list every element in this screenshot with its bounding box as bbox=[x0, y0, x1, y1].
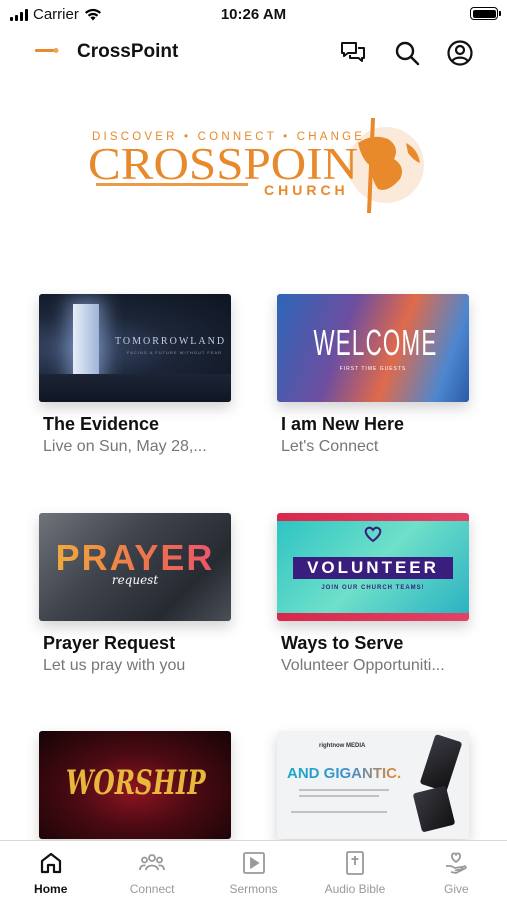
card-prayer-request[interactable]: PRAYER request Prayer Request Let us pra… bbox=[39, 513, 233, 675]
card-subtitle: Let us pray with you bbox=[43, 657, 186, 674]
give-icon bbox=[446, 852, 467, 874]
card-thumbnail[interactable]: WORSHIP bbox=[39, 731, 231, 839]
card-title: Ways to Serve bbox=[281, 633, 404, 653]
people-icon bbox=[139, 854, 166, 871]
bible-icon bbox=[346, 851, 364, 875]
app-logo-icon bbox=[35, 48, 59, 53]
tab-label: Sermons bbox=[229, 882, 278, 896]
church-logo: DISCOVER • CONNECT • CHANGE CROSSPOIN CH… bbox=[88, 118, 424, 213]
search-icon[interactable] bbox=[393, 39, 421, 67]
thumb-subtitle: JOIN OUR CHURCH TEAMS! bbox=[321, 585, 425, 591]
tab-label: Home bbox=[34, 882, 68, 896]
card-thumbnail[interactable]: rightnow MEDIA AND GIGANTIC. bbox=[277, 731, 469, 839]
card-thumbnail[interactable]: TOMORROWLAND FACING A FUTURE WITHOUT FEA… bbox=[39, 294, 231, 402]
card-title: The Evidence bbox=[43, 414, 160, 434]
thumb-title: WELCOME bbox=[313, 322, 438, 363]
card-thumbnail[interactable]: PRAYER request bbox=[39, 513, 231, 621]
tab-home[interactable]: Home bbox=[0, 841, 101, 900]
device-graphic bbox=[419, 733, 463, 793]
tab-audio-bible[interactable]: Audio Bible bbox=[304, 841, 405, 900]
status-time: 10:26 AM bbox=[220, 6, 287, 23]
tab-label: Give bbox=[443, 882, 469, 896]
account-icon[interactable] bbox=[446, 39, 474, 67]
card-i-am-new-here[interactable]: WELCOME FIRST TIME GUESTS I am New Here … bbox=[277, 294, 471, 456]
battery-icon bbox=[470, 7, 501, 20]
status-bar: Carrier 10:26 AM bbox=[0, 0, 507, 28]
card-thumbnail[interactable]: WELCOME FIRST TIME GUESTS bbox=[277, 294, 469, 402]
card-subtitle: Volunteer Opportuniti... bbox=[281, 657, 445, 674]
home-icon bbox=[40, 852, 61, 874]
thumb-title: WORSHIP bbox=[65, 763, 206, 803]
card-subtitle: Live on Sun, May 28,... bbox=[43, 438, 207, 455]
thumb-subtitle: request bbox=[111, 573, 159, 587]
card-title: I am New Here bbox=[281, 414, 405, 434]
card-subtitle: Let's Connect bbox=[281, 438, 379, 455]
tab-connect[interactable]: Connect bbox=[101, 841, 202, 900]
hands-heart-icon bbox=[364, 526, 382, 543]
app-title: CrossPoint bbox=[77, 41, 179, 62]
tab-label: Audio Bible bbox=[324, 882, 386, 896]
card-thumbnail[interactable]: VOLUNTEER JOIN OUR CHURCH TEAMS! bbox=[277, 513, 469, 621]
video-icon bbox=[242, 852, 265, 874]
card-ways-to-serve[interactable]: VOLUNTEER JOIN OUR CHURCH TEAMS! Ways to… bbox=[277, 513, 471, 675]
volunteer-banner: VOLUNTEER bbox=[293, 557, 453, 579]
card-worship[interactable]: WORSHIP bbox=[39, 731, 233, 839]
thumb-subtitle: FIRST TIME GUESTS bbox=[339, 366, 407, 372]
thumb-subtitle: FACING A FUTURE WITHOUT FEAR bbox=[127, 350, 223, 355]
tab-label: Connect bbox=[129, 882, 175, 896]
door-graphic bbox=[73, 304, 99, 382]
card-rightnow-media[interactable]: rightnow MEDIA AND GIGANTIC. bbox=[277, 731, 471, 839]
chat-icon[interactable] bbox=[339, 39, 367, 67]
thumb-title: AND GIGANTIC. bbox=[287, 765, 402, 782]
logo-church: CHURCH bbox=[264, 182, 349, 198]
card-title: Prayer Request bbox=[43, 633, 176, 653]
card-the-evidence[interactable]: TOMORROWLAND FACING A FUTURE WITHOUT FEA… bbox=[39, 294, 233, 456]
thumb-brand: rightnow MEDIA bbox=[319, 743, 366, 749]
app-header: CrossPoint bbox=[0, 28, 507, 78]
tab-give[interactable]: Give bbox=[406, 841, 507, 900]
device-graphic bbox=[412, 785, 456, 833]
thumb-title: VOLUNTEER bbox=[307, 558, 439, 577]
thumb-title: TOMORROWLAND bbox=[115, 336, 227, 347]
tab-sermons[interactable]: Sermons bbox=[203, 841, 304, 900]
tab-bar: Home Connect Sermons Audio Bible Give bbox=[0, 840, 507, 900]
